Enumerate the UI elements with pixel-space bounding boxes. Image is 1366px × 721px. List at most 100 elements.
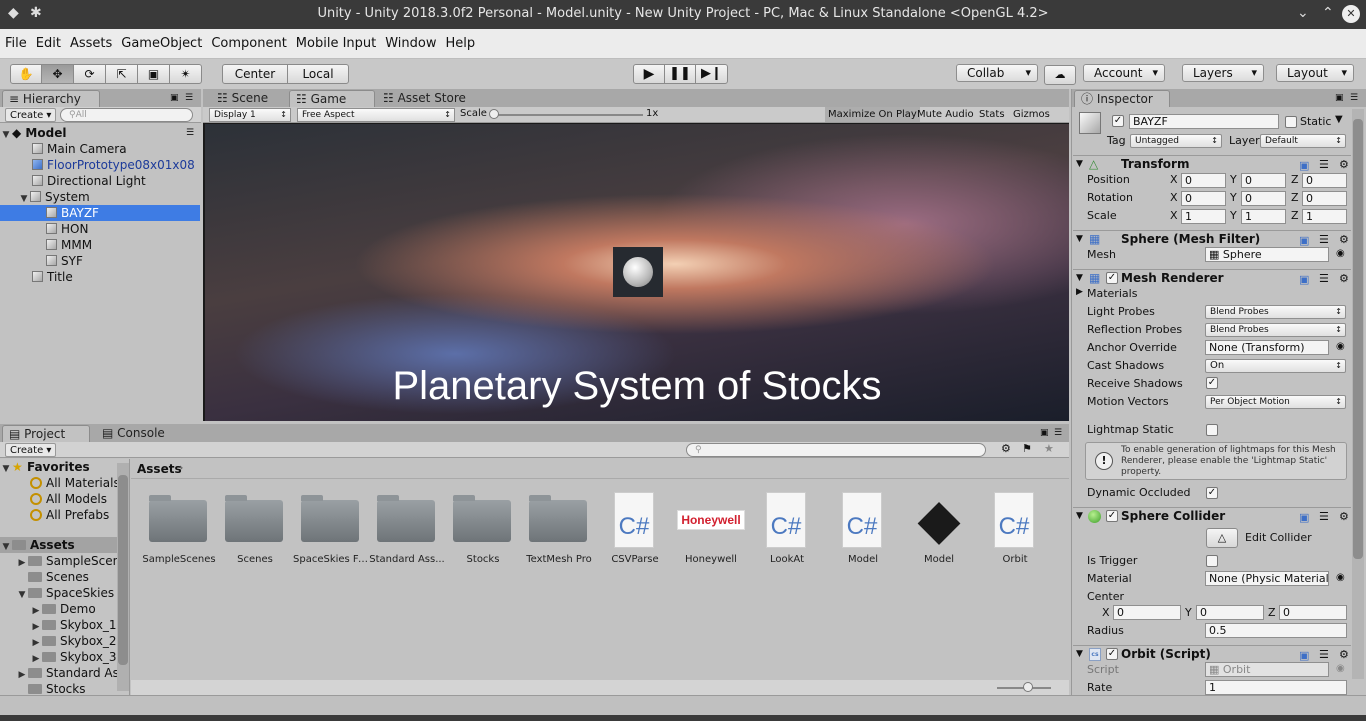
scale-slider[interactable] (493, 114, 643, 116)
lock-icon[interactable]: ▣ (1040, 428, 1049, 438)
pivot-center-button[interactable]: Center (222, 64, 288, 84)
project-create-button[interactable]: Create ▾ (5, 443, 57, 457)
favorite-item[interactable]: All Materials (0, 475, 129, 491)
menu-file[interactable]: File (2, 29, 31, 59)
mesh-field[interactable]: ▦ Sphere (1205, 247, 1329, 262)
lock-icon[interactable]: ▣ (1335, 93, 1344, 103)
tree-item[interactable]: Scenes (0, 569, 129, 585)
scene-menu-icon[interactable]: ☰ (186, 128, 194, 138)
center-x-field[interactable]: 0 (1113, 605, 1181, 620)
gear-icon[interactable]: ⚙ (1339, 508, 1349, 525)
inspector-scrollbar-thumb[interactable] (1353, 119, 1363, 559)
menu-assets[interactable]: Assets (67, 29, 116, 59)
favorite-item[interactable]: All Models (0, 491, 129, 507)
object-picker-icon[interactable]: ◉ (1336, 341, 1345, 352)
menu-edit[interactable]: Edit (33, 29, 65, 59)
hand-tool-icon[interactable]: ✋ (10, 64, 42, 84)
rotate-tool-icon[interactable]: ⟳ (73, 64, 106, 84)
lock-icon[interactable]: ▣ (170, 93, 179, 103)
scale-z-field[interactable]: 1 (1302, 209, 1347, 224)
orbit-script-header[interactable]: ▼ cs ✓ Orbit (Script) ▣ ☰ ⚙ (1073, 645, 1351, 663)
position-y-field[interactable]: 0 (1241, 173, 1286, 188)
hierarchy-row[interactable]: Title (0, 269, 200, 285)
gear-icon[interactable]: ⚙ (1339, 156, 1349, 173)
assets-root-row[interactable]: ▼ Assets (0, 537, 129, 553)
motion-vectors-dropdown[interactable]: Per Object Motion (1205, 395, 1346, 409)
expand-arrow-icon[interactable]: ▼ (1076, 508, 1083, 525)
filter-label-icon[interactable]: ⚑ (1022, 442, 1032, 455)
tree-scrollbar[interactable] (117, 463, 129, 691)
tab-console[interactable]: ▤ Console (96, 425, 171, 442)
tab-asset-store[interactable]: ☷ Asset Store (377, 90, 472, 107)
game-view-canvas[interactable]: Planetary System of Stocks (205, 124, 1069, 421)
expand-arrow-icon[interactable]: ▼ (1076, 156, 1083, 173)
maximize-button[interactable]: ⌃ (1322, 5, 1334, 21)
mute-audio-toggle[interactable]: Mute Audio (917, 107, 974, 122)
hierarchy-row[interactable]: Directional Light (0, 173, 200, 189)
aspect-dropdown[interactable]: Free Aspect (297, 108, 455, 122)
rotation-y-field[interactable]: 0 (1241, 191, 1286, 206)
hierarchy-row[interactable]: FloorPrototype08x01x08 (0, 157, 200, 173)
hierarchy-row[interactable]: HON (0, 221, 200, 237)
is-trigger-checkbox[interactable] (1206, 555, 1218, 567)
hierarchy-create-button[interactable]: Create ▾ (5, 108, 57, 122)
hierarchy-row[interactable]: MMM (0, 237, 200, 253)
breadcrumb-assets[interactable]: Assets (137, 462, 182, 476)
menu-help[interactable]: Help (443, 29, 480, 59)
dynamic-occluded-checkbox[interactable]: ✓ (1206, 487, 1218, 499)
tab-hierarchy[interactable]: ≡ Hierarchy (2, 90, 100, 107)
close-button[interactable]: ✕ (1342, 5, 1360, 23)
favorites-row[interactable]: ▼ ★ Favorites (0, 459, 129, 475)
orbit-enabled-checkbox[interactable]: ✓ (1106, 648, 1118, 660)
gear-icon[interactable]: ⚙ (1339, 231, 1349, 248)
step-button[interactable]: ▶❙ (695, 64, 728, 84)
rotation-z-field[interactable]: 0 (1302, 191, 1347, 206)
play-button[interactable]: ▶ (633, 64, 665, 84)
preset-icon[interactable]: ☰ (1319, 156, 1329, 173)
help-icon[interactable]: ▣ (1299, 271, 1309, 288)
menu-window[interactable]: Window (382, 29, 440, 59)
scale-tool-icon[interactable]: ⇱ (105, 64, 138, 84)
stats-toggle[interactable]: Stats (979, 107, 1005, 122)
cast-shadows-dropdown[interactable]: On (1205, 359, 1346, 373)
help-icon[interactable]: ▣ (1299, 157, 1309, 174)
tree-item[interactable]: ▶ Skybox_2 (0, 633, 129, 649)
favorite-item[interactable]: All Prefabs (0, 507, 129, 523)
hierarchy-row[interactable]: ▼ System (0, 189, 200, 205)
pivot-local-button[interactable]: Local (287, 64, 349, 84)
expand-arrow-icon[interactable]: ▼ (1076, 270, 1083, 287)
inspector-scrollbar[interactable] (1352, 109, 1364, 679)
hierarchy-row[interactable]: Main Camera (0, 141, 200, 157)
static-dropdown-icon[interactable]: ▼ (1335, 114, 1343, 125)
spherecollider-header[interactable]: ▼ ✓ Sphere Collider ▣ ☰ ⚙ (1073, 507, 1351, 525)
layer-dropdown[interactable]: Default (1260, 134, 1346, 148)
preset-icon[interactable]: ☰ (1319, 508, 1329, 525)
scale-y-field[interactable]: 1 (1241, 209, 1286, 224)
preset-icon[interactable]: ☰ (1319, 646, 1329, 663)
active-checkbox[interactable]: ✓ (1112, 115, 1124, 127)
zoom-slider-thumb[interactable] (1023, 682, 1033, 692)
filter-type-icon[interactable]: ⚙ (1001, 442, 1011, 455)
meshrenderer-enabled-checkbox[interactable]: ✓ (1106, 272, 1118, 284)
menu-gameobject[interactable]: GameObject (118, 29, 206, 59)
center-z-field[interactable]: 0 (1279, 605, 1347, 620)
tree-item[interactable]: ▼ SpaceSkies F (0, 585, 129, 601)
layers-dropdown[interactable]: Layers (1182, 64, 1264, 82)
preset-icon[interactable]: ☰ (1319, 231, 1329, 248)
light-probes-dropdown[interactable]: Blend Probes (1205, 305, 1346, 319)
rect-tool-icon[interactable]: ▣ (137, 64, 170, 84)
panel-menu-icon[interactable]: ☰ (185, 93, 193, 103)
material-field[interactable]: None (Physic Material) (1205, 571, 1329, 586)
meshfilter-header[interactable]: ▼ ▦ Sphere (Mesh Filter) ▣ ☰ ⚙ (1073, 230, 1351, 248)
panel-menu-icon[interactable]: ☰ (1054, 428, 1062, 438)
scale-slider-thumb[interactable] (489, 109, 499, 119)
meshrenderer-header[interactable]: ▼ ▦ ✓ Mesh Renderer ▣ ☰ ⚙ (1073, 269, 1351, 287)
center-y-field[interactable]: 0 (1196, 605, 1264, 620)
gizmos-dropdown[interactable]: Gizmos (1013, 107, 1050, 122)
position-x-field[interactable]: 0 (1181, 173, 1226, 188)
tree-item[interactable]: ▶ SampleScene (0, 553, 129, 569)
tree-scrollbar-thumb[interactable] (118, 475, 128, 665)
gear-icon[interactable]: ⚙ (1339, 646, 1349, 663)
tree-item[interactable]: ▶ Skybox_3 (0, 649, 129, 665)
scale-x-field[interactable]: 1 (1181, 209, 1226, 224)
